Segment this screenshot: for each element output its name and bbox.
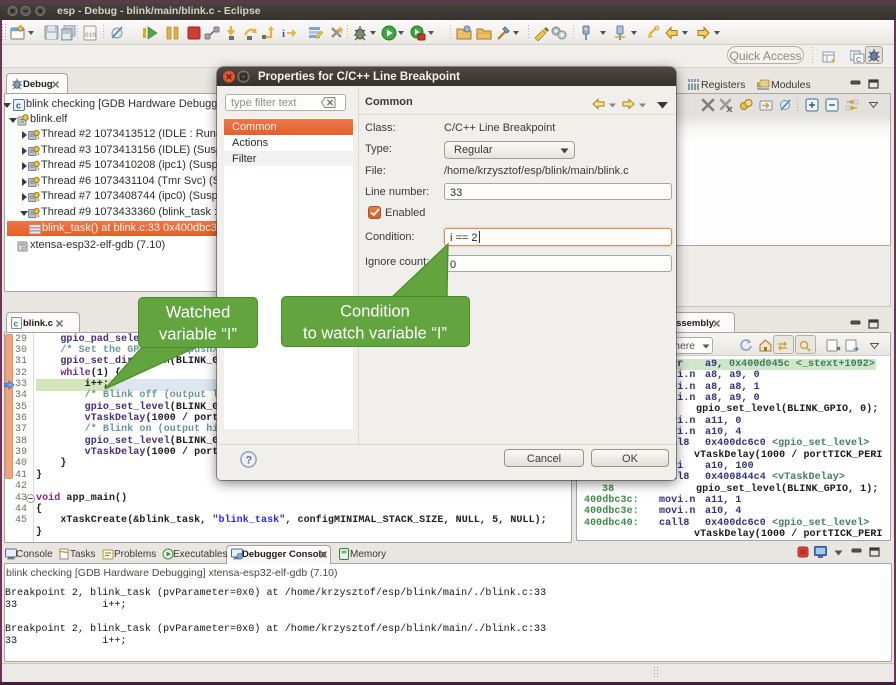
- svg-text:010: 010: [85, 32, 96, 39]
- svg-text:?: ?: [246, 455, 253, 467]
- svg-text:c: c: [14, 319, 19, 329]
- svg-text:C: C: [856, 57, 861, 64]
- svg-text:i: i: [282, 28, 285, 40]
- svg-text:c: c: [16, 100, 21, 110]
